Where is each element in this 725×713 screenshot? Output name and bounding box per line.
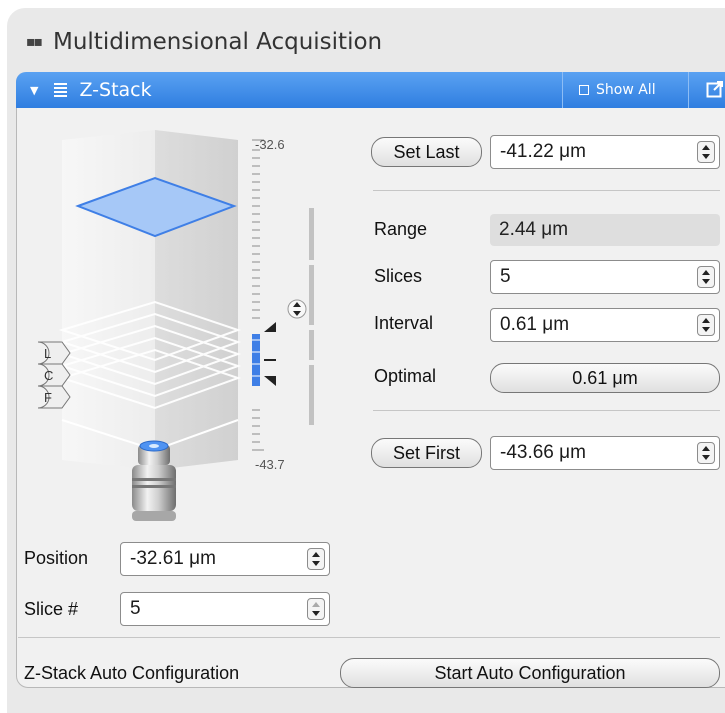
checkbox-icon[interactable] [579,85,589,95]
slice-number-label: Slice # [24,599,79,619]
scale-bottom-label: -43.7 [255,457,285,472]
slices-value: 5 [500,266,511,287]
marker-center: C [44,368,53,383]
popout-icon[interactable] [706,80,724,98]
interval-spinner[interactable] [697,314,715,336]
position-spinner[interactable] [307,548,325,570]
auto-config-label: Z-Stack Auto Configuration [24,663,240,683]
zstack-visual: L C F [37,130,314,521]
set-first-button[interactable]: Set First [371,438,482,468]
slice-number-spinner[interactable] [307,598,325,620]
interval-value: 0.61 μm [500,314,570,335]
slice-number-value: 5 [130,598,141,619]
start-auto-configuration-button[interactable]: Start Auto Configuration [340,658,720,688]
column-right-face [155,130,238,470]
collapse-triangle-icon[interactable]: ▼ [30,84,38,97]
last-position-spinner[interactable] [697,141,715,163]
scale-top-label: -32.6 [255,137,285,152]
first-pointer-icon[interactable] [264,376,276,386]
set-last-button[interactable]: Set Last [371,137,482,167]
range-value-box: 2.44 μm [490,214,720,246]
slice-number-field[interactable]: 5 [120,592,330,626]
interval-label: Interval [374,313,434,333]
first-position-spinner[interactable] [697,442,715,464]
slices-spinner[interactable] [697,266,715,288]
slider-track[interactable] [309,208,314,260]
section-title: Multidimensional Acquisition [52,29,383,55]
range-value: 2.44 μm [499,219,569,240]
lcf-markers[interactable]: L C F [37,341,71,409]
last-position-value: -41.22 μm [500,141,586,162]
show-all-label: Show All [596,82,656,98]
slices-field[interactable]: 5 [490,260,720,294]
position-field[interactable]: -32.61 μm [120,542,330,576]
first-position-field[interactable]: -43.66 μm [490,436,720,470]
divider [373,410,720,411]
position-value: -32.61 μm [130,548,216,569]
range-label: Range [374,219,428,239]
grip-icon: ▪▪ [26,34,43,50]
divider [18,637,720,638]
section-header[interactable]: ▪▪ Multidimensional Acquisition [26,20,382,64]
objective-icon [132,440,176,521]
marker-first: F [44,390,52,405]
interval-field[interactable]: 0.61 μm [490,308,720,342]
slider-track[interactable] [309,365,314,425]
slider-track[interactable] [309,330,314,360]
zstack-title: Z-Stack [79,79,152,101]
ruler-ticks [252,139,264,451]
position-label: Position [24,548,89,568]
range-indicator [252,334,260,386]
divider [373,190,720,191]
zstack-header[interactable]: ▼ Z-Stack Show All [16,72,725,108]
slider-track[interactable] [309,265,314,325]
header-divider [562,72,563,108]
optimal-label: Optimal [374,366,437,386]
optimal-button[interactable]: 0.61 μm [490,363,720,393]
last-pointer-icon[interactable] [264,322,276,332]
first-position-value: -43.66 μm [500,442,586,463]
slices-label: Slices [374,266,423,286]
list-icon [54,81,68,99]
marker-last: L [44,346,51,361]
show-all-toggle[interactable]: Show All [579,72,656,108]
last-position-field[interactable]: -41.22 μm [490,135,720,169]
header-divider [688,72,689,108]
